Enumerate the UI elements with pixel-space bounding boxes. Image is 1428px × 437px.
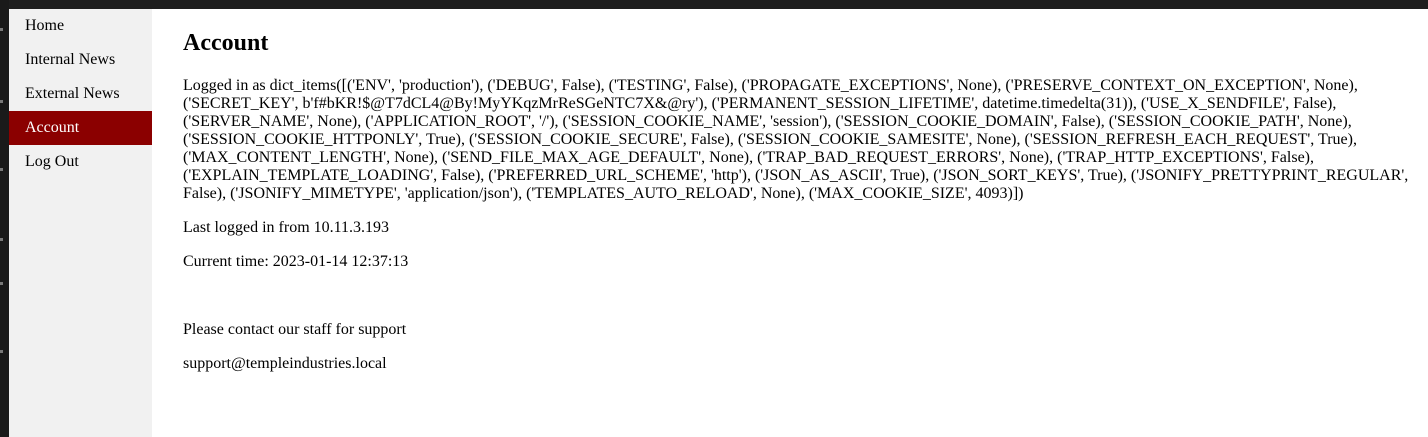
sidebar-item-external-news[interactable]: External News <box>9 77 152 111</box>
edge-mark <box>0 100 3 103</box>
current-time-text: Current time: 2023-01-14 12:37:13 <box>183 253 409 270</box>
sidebar-item-account[interactable]: Account <box>9 111 152 145</box>
screen-frame: Home Internal News External News Account… <box>0 0 1428 437</box>
edge-mark <box>0 168 3 171</box>
edge-mark <box>0 282 3 285</box>
terminal-edge <box>0 0 9 437</box>
sidebar-item-home[interactable]: Home <box>9 9 152 43</box>
page-title: Account <box>183 30 269 56</box>
logged-in-text: Logged in as dict_items([('ENV', 'produc… <box>183 77 1409 202</box>
sidebar-item-log-out[interactable]: Log Out <box>9 145 152 179</box>
main-content: Account Logged in as dict_items([('ENV',… <box>183 9 1413 437</box>
sidebar-item-internal-news[interactable]: Internal News <box>9 43 152 77</box>
edge-mark <box>0 28 3 31</box>
browser-page: Home Internal News External News Account… <box>9 9 1428 437</box>
support-text: Please contact our staff for support <box>183 321 407 338</box>
sidebar: Home Internal News External News Account… <box>9 9 152 437</box>
edge-mark <box>0 238 3 241</box>
last-login-text: Last logged in from 10.11.3.193 <box>183 219 390 236</box>
support-email: support@templeindustries.local <box>183 355 387 372</box>
edge-mark <box>0 350 3 353</box>
